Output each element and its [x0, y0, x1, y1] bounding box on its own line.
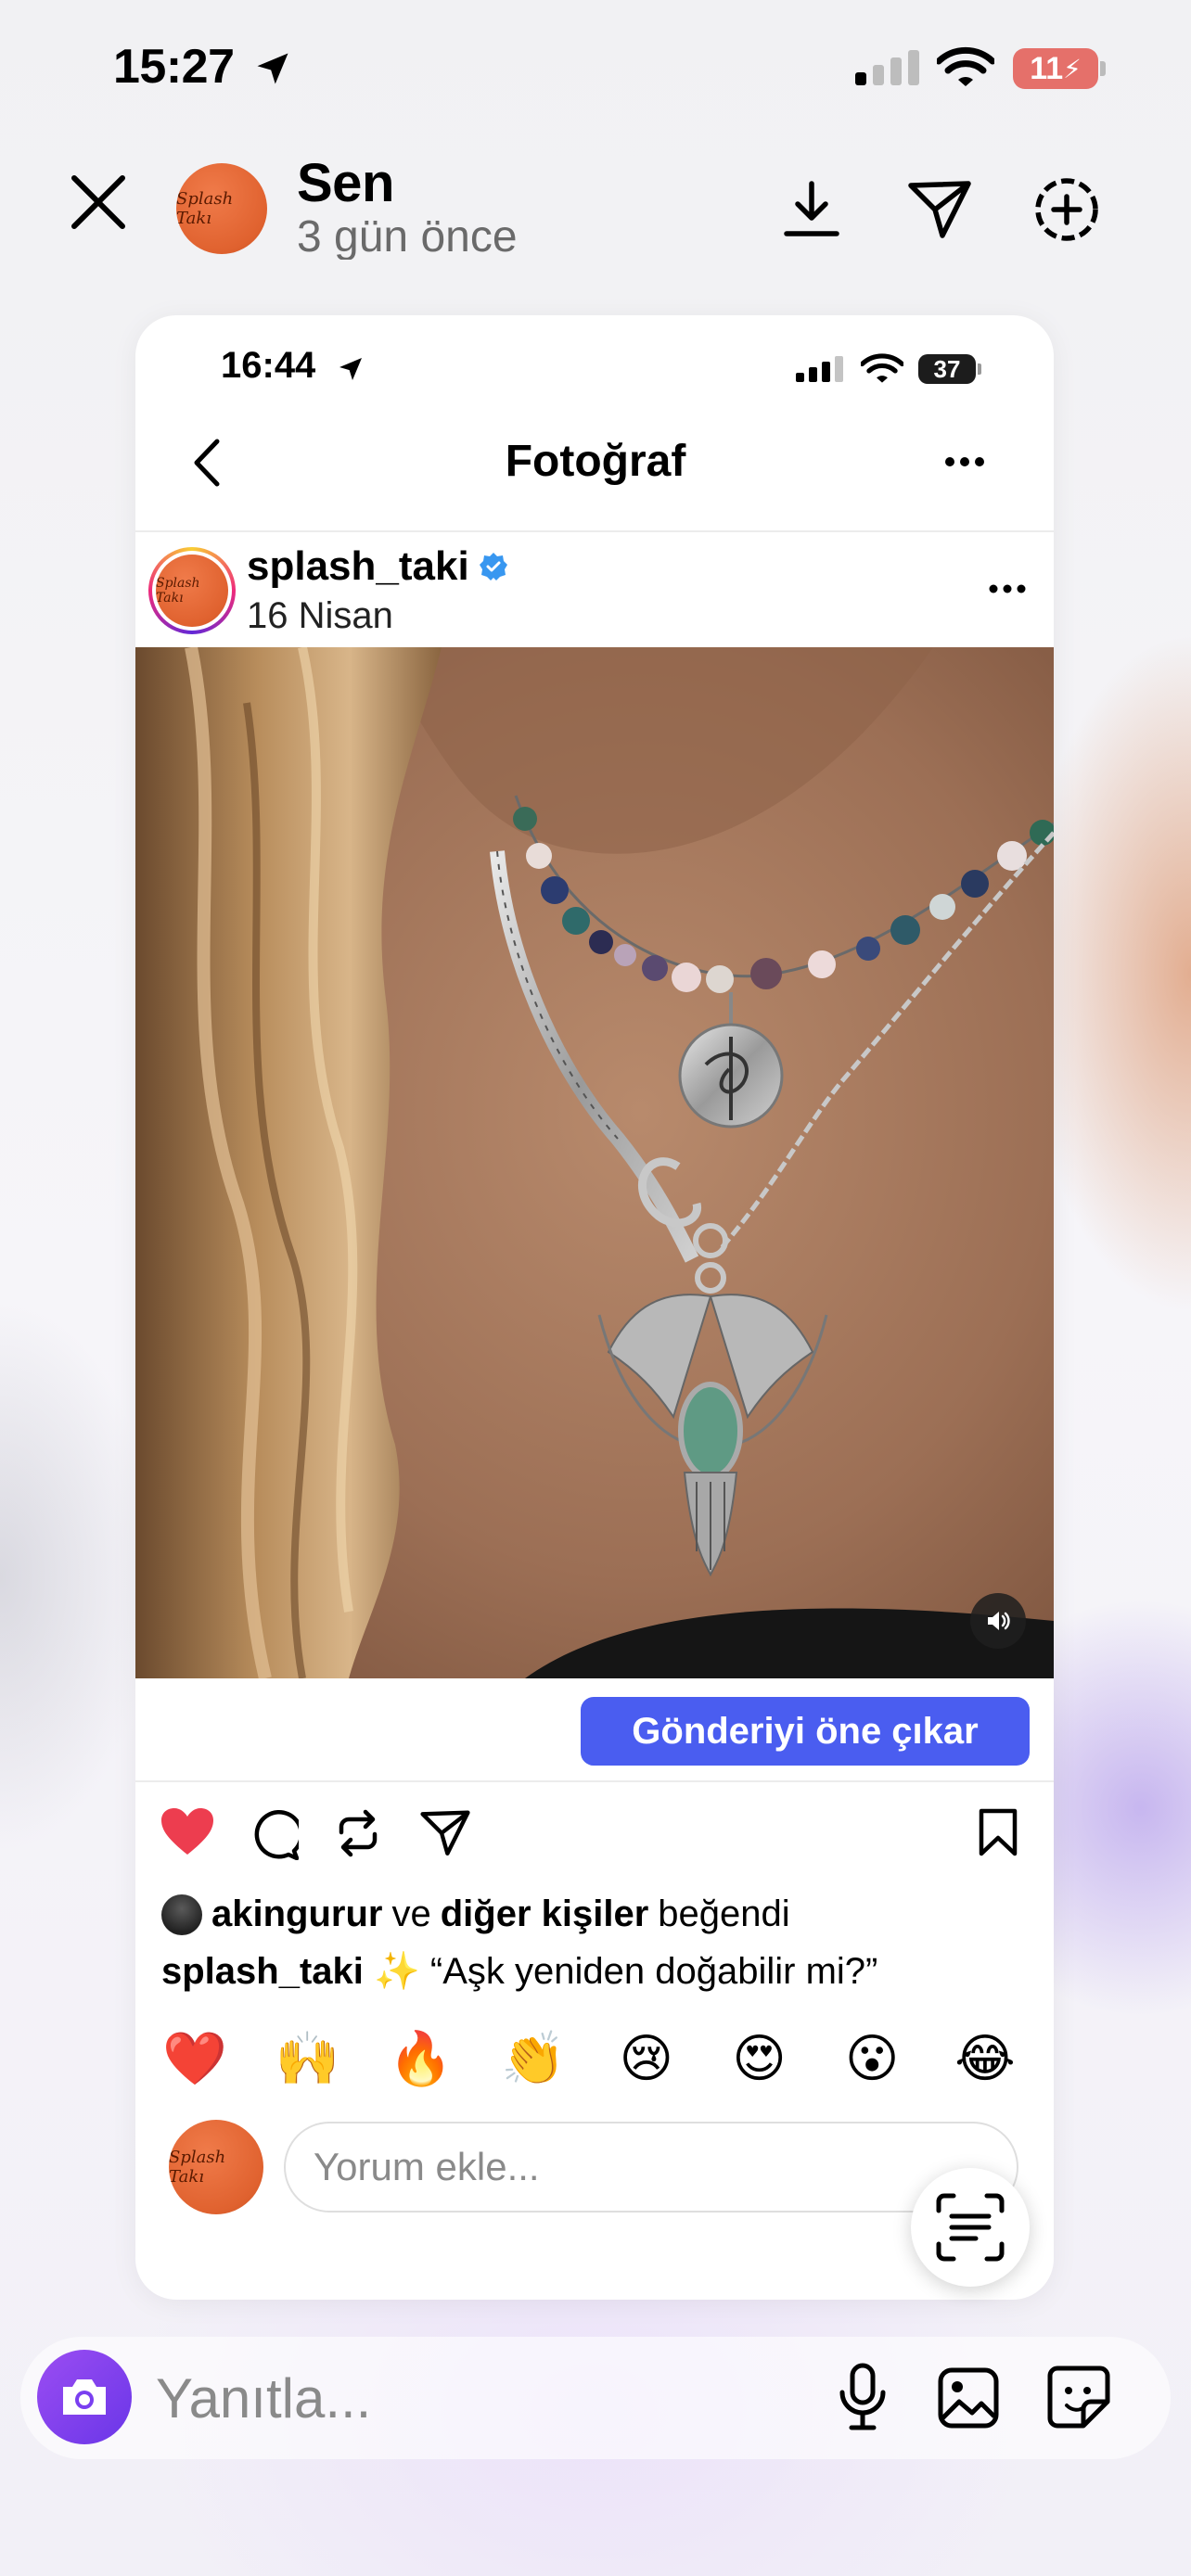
post-caption: splash_taki ✨ “Aşk yeniden doğabilir mi?…	[161, 1949, 877, 1993]
add-to-story-icon[interactable]	[1033, 176, 1100, 243]
other-likers-link[interactable]: diğer kişiler	[441, 1894, 649, 1935]
inner-wifi-icon	[861, 352, 903, 384]
caption-text: ✨ “Aşk yeniden doğabilir mi?”	[374, 1951, 878, 1992]
location-arrow-icon	[252, 48, 293, 89]
comment-input[interactable]: Yorum ekle...	[284, 2122, 1018, 2213]
repost-icon[interactable]	[334, 1808, 382, 1858]
actions-divider	[135, 1780, 1054, 1782]
promote-post-button[interactable]: Gönderiyi öne çıkar	[581, 1697, 1030, 1766]
reaction-surprised[interactable]: 😮	[835, 2021, 909, 2096]
reply-input[interactable]: Yanıtla...	[156, 2366, 371, 2430]
reaction-clap[interactable]: 👏	[496, 2021, 570, 2096]
reaction-heart-eyes[interactable]: 😍	[723, 2021, 797, 2096]
status-time: 15:27	[113, 40, 235, 94]
avatar-logo-text: Splash Takı	[156, 576, 200, 606]
comment-icon[interactable]	[249, 1810, 299, 1860]
likes-summary[interactable]: akingurur ve diğer kişiler beğendi	[161, 1894, 790, 1935]
close-button[interactable]	[69, 172, 128, 232]
inner-page-title: Fotoğraf	[505, 437, 686, 486]
download-icon[interactable]	[781, 178, 842, 239]
sticker-icon[interactable]	[1046, 2365, 1111, 2429]
wifi-icon	[937, 46, 994, 87]
battery-cap	[1100, 61, 1106, 76]
inner-status-time: 16:44	[221, 345, 316, 386]
battery-indicator: 11 ⚡	[1013, 48, 1098, 89]
microphone-icon[interactable]	[837, 2363, 889, 2431]
liker-username[interactable]: akingurur	[211, 1894, 382, 1935]
send-icon[interactable]	[907, 178, 972, 239]
reaction-laughing[interactable]: 😂	[948, 2021, 1022, 2096]
bookmark-icon[interactable]	[978, 1808, 1018, 1856]
nav-divider	[135, 530, 1054, 532]
post-photo[interactable]	[135, 647, 1054, 1678]
inner-cellular-signal-icon	[796, 356, 843, 382]
sound-toggle-icon[interactable]	[970, 1593, 1026, 1649]
story-author-avatar[interactable]: Splash Takı	[176, 163, 267, 254]
inner-battery-indicator: 37	[918, 354, 976, 384]
reaction-crying[interactable]: 😢	[609, 2021, 684, 2096]
inner-battery-cap	[978, 363, 981, 375]
caption-username[interactable]: splash_taki	[161, 1951, 364, 1992]
story-time-ago: 3 gün önce	[297, 212, 518, 260]
post-username[interactable]: splash_taki	[247, 543, 508, 590]
avatar-logo-text: Splash Takı	[169, 2148, 226, 2187]
post-author-avatar: Splash Takı	[156, 555, 228, 627]
reaction-heart[interactable]: ❤️	[158, 2021, 232, 2096]
verified-badge-icon	[479, 552, 508, 581]
post-author-avatar-ring[interactable]: Splash Takı	[148, 547, 236, 634]
post-date: 16 Nisan	[247, 595, 393, 636]
liker-avatar	[161, 1894, 202, 1935]
reaction-raised-hands[interactable]: 🙌	[271, 2021, 345, 2096]
reaction-fire[interactable]: 🔥	[383, 2021, 457, 2096]
more-options-icon[interactable]	[944, 456, 985, 467]
cellular-signal-icon	[855, 50, 919, 85]
story-author-name[interactable]: Sen	[297, 152, 394, 214]
avatar-logo-text: Splash Takı	[176, 189, 234, 228]
share-icon[interactable]	[419, 1808, 471, 1856]
gallery-icon[interactable]	[937, 2366, 1000, 2429]
quick-reactions-bar: ❤️ 🙌 🔥 👏 😢 😍 😮 😂	[158, 2021, 1022, 2096]
commenter-avatar: Splash Takı	[169, 2120, 263, 2214]
post-more-options-icon[interactable]	[989, 584, 1026, 593]
like-heart-icon[interactable]	[160, 1806, 215, 1856]
camera-icon[interactable]	[37, 2350, 132, 2444]
text-scan-icon[interactable]	[911, 2168, 1030, 2287]
inner-location-arrow-icon	[336, 354, 365, 384]
